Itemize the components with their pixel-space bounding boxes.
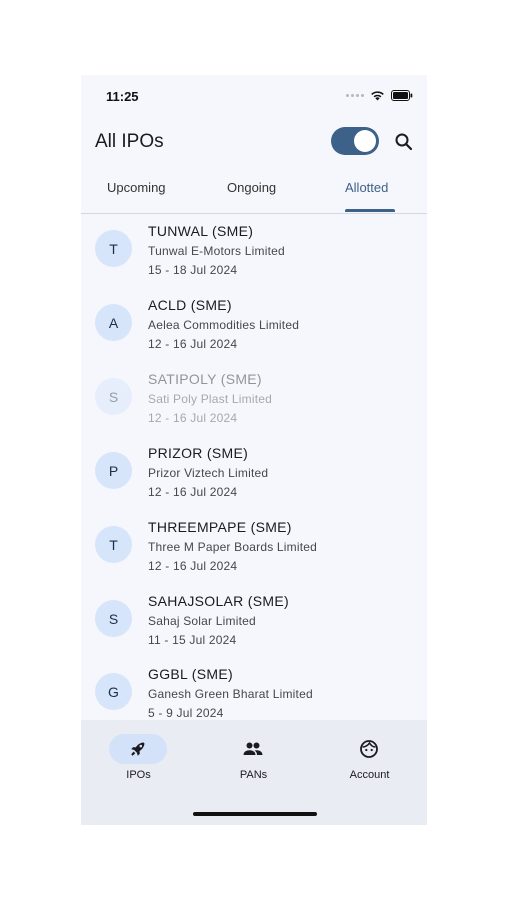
home-indicator xyxy=(193,812,317,816)
nav-label-pans: PANs xyxy=(239,769,268,781)
list-item[interactable]: S SAHAJSOLAR (SME) Sahaj Solar Limited 1… xyxy=(81,584,427,658)
ipo-dates: 12 - 16 Jul 2024 xyxy=(148,411,238,425)
avatar: A xyxy=(95,304,132,341)
list-item[interactable]: S SATIPOLY (SME) Sati Poly Plast Limited… xyxy=(81,362,427,436)
tab-allotted[interactable]: Allotted xyxy=(345,180,388,195)
list-item[interactable]: T TUNWAL (SME) Tunwal E-Motors Limited 1… xyxy=(81,214,427,288)
tab-ongoing[interactable]: Ongoing xyxy=(227,180,276,195)
avatar: T xyxy=(95,526,132,563)
view-toggle[interactable] xyxy=(331,127,379,155)
face-icon xyxy=(360,740,378,758)
page-title: All IPOs xyxy=(95,131,164,152)
people-icon xyxy=(243,742,263,755)
ipo-company: Prizor Viztech Limited xyxy=(148,466,269,480)
tab-bar: Upcoming Ongoing Allotted xyxy=(81,173,427,214)
nav-label-ipos: IPOs xyxy=(126,769,151,781)
nav-item-ipos[interactable]: IPOs xyxy=(81,720,196,800)
nav-item-account[interactable]: Account xyxy=(312,720,427,800)
phone-screen: 11:25 All IPOs Upcoming Ongoing Allotted… xyxy=(81,75,427,825)
ipo-symbol: SATIPOLY (SME) xyxy=(148,371,262,387)
list-item[interactable]: G GGBL (SME) Ganesh Green Bharat Limited… xyxy=(81,657,427,720)
nav-icon-container xyxy=(224,734,282,764)
active-tab-indicator xyxy=(345,209,395,212)
battery-icon xyxy=(391,90,413,101)
toggle-knob xyxy=(354,130,376,152)
ipo-symbol: TUNWAL (SME) xyxy=(148,223,254,239)
search-icon[interactable] xyxy=(394,132,414,152)
ipo-dates: 15 - 18 Jul 2024 xyxy=(148,263,238,277)
ipo-dates: 5 - 9 Jul 2024 xyxy=(148,706,224,720)
bottom-nav: IPOs PANs Account xyxy=(81,720,427,825)
ipo-symbol: THREEMPAPE (SME) xyxy=(148,519,292,535)
list-item[interactable]: P PRIZOR (SME) Prizor Viztech Limited 12… xyxy=(81,436,427,510)
tab-upcoming[interactable]: Upcoming xyxy=(107,180,166,195)
ipo-symbol: ACLD (SME) xyxy=(148,297,232,313)
nav-icon-container xyxy=(109,734,167,764)
list-item[interactable]: T THREEMPAPE (SME) Three M Paper Boards … xyxy=(81,510,427,584)
nav-item-pans[interactable]: PANs xyxy=(196,720,311,800)
nav-label-account: Account xyxy=(349,769,390,781)
status-bar: 11:25 xyxy=(81,75,427,119)
ipo-list: T TUNWAL (SME) Tunwal E-Motors Limited 1… xyxy=(81,214,427,720)
list-item[interactable]: A ACLD (SME) Aelea Commodities Limited 1… xyxy=(81,288,427,362)
status-icons xyxy=(346,90,413,101)
nav-icon-container xyxy=(340,734,398,764)
avatar: T xyxy=(95,230,132,267)
avatar: P xyxy=(95,452,132,489)
avatar: G xyxy=(95,673,132,710)
ipo-symbol: SAHAJSOLAR (SME) xyxy=(148,593,289,609)
ipo-company: Aelea Commodities Limited xyxy=(148,318,300,332)
ipo-company: Ganesh Green Bharat Limited xyxy=(148,687,313,701)
avatar: S xyxy=(95,600,132,637)
rocket-icon xyxy=(131,742,145,756)
ipo-company: Tunwal E-Motors Limited xyxy=(148,244,285,258)
ipo-dates: 12 - 16 Jul 2024 xyxy=(148,559,238,573)
app-bar: All IPOs xyxy=(81,123,427,163)
avatar: S xyxy=(95,378,132,415)
ipo-dates: 12 - 16 Jul 2024 xyxy=(148,337,238,351)
ipo-symbol: GGBL (SME) xyxy=(148,666,233,682)
ipo-dates: 12 - 16 Jul 2024 xyxy=(148,485,238,499)
ipo-company: Sahaj Solar Limited xyxy=(148,614,256,628)
wifi-icon xyxy=(371,91,384,101)
ipo-company: Three M Paper Boards Limited xyxy=(148,540,318,554)
signal-icon xyxy=(346,94,364,97)
ipo-symbol: PRIZOR (SME) xyxy=(148,445,249,461)
ipo-company: Sati Poly Plast Limited xyxy=(148,392,272,406)
status-time: 11:25 xyxy=(106,89,139,104)
ipo-dates: 11 - 15 Jul 2024 xyxy=(148,633,237,647)
